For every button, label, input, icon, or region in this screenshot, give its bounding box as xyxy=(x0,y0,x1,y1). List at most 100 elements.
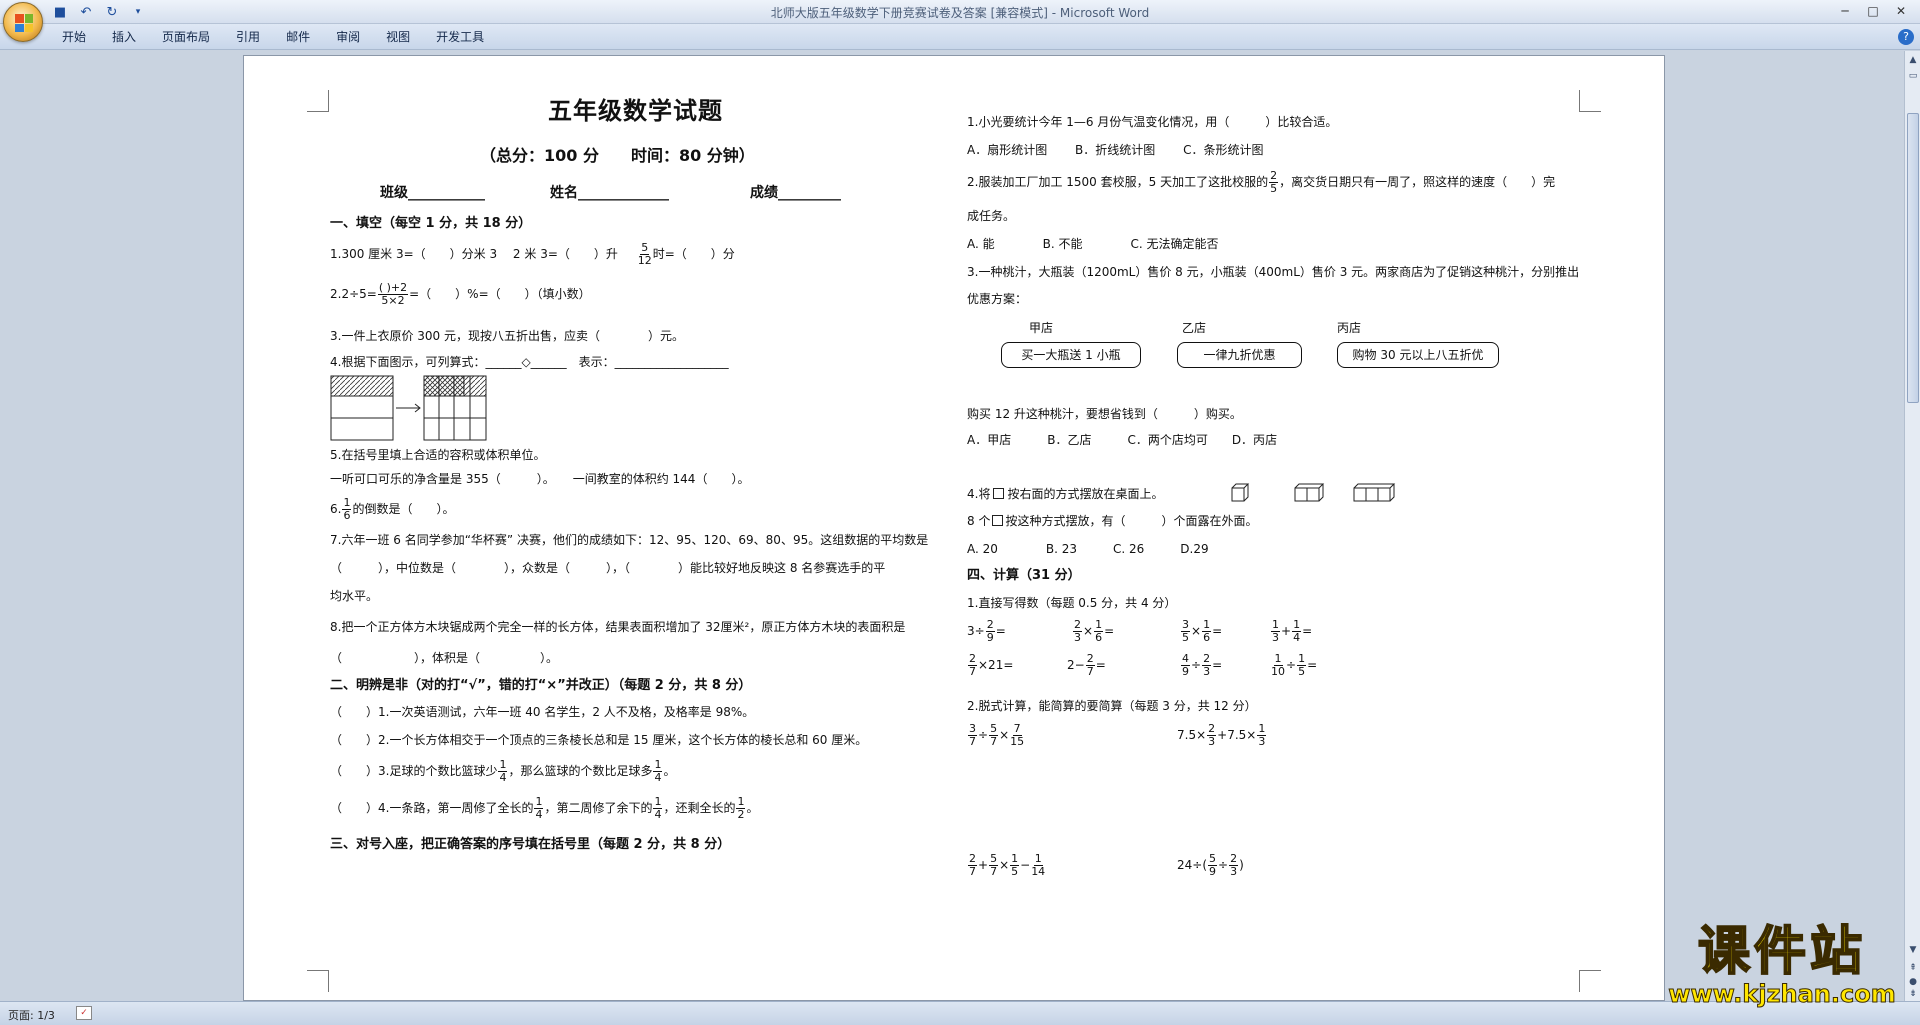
calc-1-heading: 1.直接写得数（每题 0.5 分，共 4 分） xyxy=(967,596,1177,610)
expr: 2− 2 7 = xyxy=(1067,652,1106,678)
tab-view[interactable]: 视图 xyxy=(374,29,424,45)
tab-references[interactable]: 引用 xyxy=(224,29,274,45)
choice-3-line2: 优惠方案： xyxy=(967,292,1028,306)
document-workspace: 五年级数学试题 （总分：100 分 时间：80 分钟） 班级__________… xyxy=(0,51,1904,1001)
choice-4-line2: 8 个按这种方式摆放，有（ ）个面露在外面。 xyxy=(967,514,1258,528)
tab-developer[interactable]: 开发工具 xyxy=(424,29,498,45)
ribbon-tabs-bar: 开始 插入 页面布局 引用 邮件 审阅 视图 开发工具 ? xyxy=(0,24,1920,50)
maximize-icon[interactable]: □ xyxy=(1860,2,1886,20)
shop-label: 乙店 xyxy=(1182,321,1207,335)
watermark-logo: 课件站 www.kjzhan.com xyxy=(1662,921,1902,1009)
fraction: 14 xyxy=(653,795,663,821)
section-4-heading: 四、计算（31 分） xyxy=(967,568,1081,583)
question-3: 3.一件上衣原价 300 元，现按八五折出售，应卖（ ）元。 xyxy=(330,329,684,343)
subtitle: （总分：100 分 时间：80 分钟） xyxy=(480,146,755,165)
question-6: 6. 1 6 的倒数是（ ）。 xyxy=(330,496,455,522)
help-icon[interactable]: ? xyxy=(1898,29,1914,45)
section-3-heading: 三、对号入座，把正确答案的序号填在括号里（每题 2 分，共 8 分） xyxy=(330,837,731,852)
choice-4-options: A. 20 B. 23 C. 26 D.29 xyxy=(967,542,1209,556)
tab-mailings[interactable]: 邮件 xyxy=(274,29,324,45)
question-2: 2.2÷5=( )+2 5×2 =（ ）%=（ ）（填小数） xyxy=(330,281,591,307)
expr: 2 3 × 1 6 = xyxy=(1073,618,1115,644)
expr: 1 10 ÷ 1 5 = xyxy=(1271,652,1318,678)
choice-1-options: A．扇形统计图 B．折线统计图 C．条形统计图 xyxy=(967,143,1264,157)
expr: 1 3 +1 4 = xyxy=(1271,618,1313,644)
class-field: 班级___________ xyxy=(380,185,485,201)
choice-3: 3.一种桃汁，大瓶装（1200mL）售价 8 元，小瓶装（400mL）售价 3 … xyxy=(967,265,1580,279)
section-2-heading: 二、明辨是非（对的打“√”，错的打“×”并改正）（每题 2 分，共 8 分） xyxy=(330,678,752,693)
shop-offer-box: 一律九折优惠 xyxy=(1177,342,1302,368)
section-1-heading: 一、填空（每空 1 分，共 18 分） xyxy=(330,216,532,231)
office-button[interactable] xyxy=(3,2,43,42)
tab-review[interactable]: 审阅 xyxy=(324,29,374,45)
shop-label: 丙店 xyxy=(1337,321,1362,335)
question-8-line2: （ ），体积是（ ）。 xyxy=(330,651,559,665)
vertical-scrollbar[interactable]: ▲ ▭ ▼ ⇞ ● ⇟ xyxy=(1904,51,1920,1001)
question-5: 5.在括号里填上合适的容积或体积单位。 xyxy=(330,448,546,462)
judge-3: （ ）3.足球的个数比篮球少 1 4 ，那么篮球的个数比足球多 1 4。 xyxy=(330,758,676,784)
choice-3-question: 购买 12 升这种桃汁，要想省钱到（ ）购买。 xyxy=(967,407,1242,421)
question-8: 8.把一个正方体方木块锯成两个完全一样的长方体，结果表面积增加了 32厘米²，原… xyxy=(330,620,906,634)
fraction-diagram xyxy=(330,375,487,441)
choice-2-options: A. 能 B. 不能 C. 无法确定能否 xyxy=(967,237,1219,251)
crop-mark xyxy=(307,970,329,992)
expr: 3 5 × 1 6 = xyxy=(1181,618,1223,644)
close-icon[interactable]: ✕ xyxy=(1888,2,1914,20)
expr: 3 7 ÷ 5 7 × 7 15 xyxy=(968,722,1025,748)
question-5-detail: 一听可口可乐的净含量是 355（ ）。 一间教室的体积约 144（ ）。 xyxy=(330,472,750,486)
previous-page-icon[interactable]: ⇞ xyxy=(1906,961,1920,975)
fraction: 25 xyxy=(1269,169,1279,195)
expr: 2 7 ×21= xyxy=(968,652,1014,678)
next-page-icon[interactable]: ⇟ xyxy=(1906,987,1920,1001)
window-controls: ─ □ ✕ xyxy=(1832,2,1914,20)
calc-2-heading: 2.脱式计算，能简算的要简算（每题 3 分，共 12 分） xyxy=(967,699,1257,713)
judge-1: （ ）1.一次英语测试，六年一班 40 名学生，2 人不及格，及格率是 98%。 xyxy=(330,705,755,719)
shop-offer-box: 购物 30 元以上八五折优 xyxy=(1337,342,1499,368)
name-field: 姓名_____________ xyxy=(550,185,669,201)
question-1: 1.300 厘米 3=（ ）分米 3 2 米 3=（ ）升 5 12 时=（ ）分 xyxy=(330,241,735,267)
scroll-up-icon[interactable]: ▲ xyxy=(1906,53,1920,67)
minimize-icon[interactable]: ─ xyxy=(1832,2,1858,20)
choice-1: 1.小光要统计今年 1—6 月份气温变化情况，用（ ）比较合适。 xyxy=(967,115,1338,129)
status-bar: 页面: 1/3 ✓ xyxy=(0,1001,1920,1025)
cube-icon xyxy=(992,515,1004,526)
choice-2: 2.服装加工厂加工 1500 套校服，5 天加工了这批校服的 2 5 ，离交货日期只有… xyxy=(967,169,1556,195)
fraction: 14 xyxy=(534,795,544,821)
choice-4: 4.将 按右面的方式摆放在桌面上。 xyxy=(967,487,1164,501)
scroll-thumb[interactable] xyxy=(1907,113,1919,403)
page-title: 五年级数学试题 xyxy=(548,96,723,125)
expr: 4 9 ÷ 2 3 = xyxy=(1181,652,1223,678)
office-logo-icon xyxy=(15,14,33,32)
question-7-line3: 均水平。 xyxy=(330,589,379,603)
expr: 2 7 +5 7 × 1 5−1 14 xyxy=(968,852,1046,878)
choice-3-options: A．甲店 B．乙店 C．两个店均可 D．丙店 xyxy=(967,433,1278,447)
score-field: 成绩_________ xyxy=(750,185,841,201)
cube-arrangement xyxy=(1231,483,1396,502)
fraction: 14 xyxy=(498,758,508,784)
spellcheck-icon[interactable]: ✓ xyxy=(76,1006,92,1020)
tab-insert[interactable]: 插入 xyxy=(100,29,150,45)
tab-page-layout[interactable]: 页面布局 xyxy=(150,29,224,45)
judge-2: （ ）2.一个长方体相交于一个顶点的三条棱长总和是 15 厘米，这个长方体的棱长… xyxy=(330,733,868,747)
scroll-down-icon[interactable]: ▼ xyxy=(1906,943,1920,957)
question-7: 7.六年一班 6 名同学参加“华杯赛” 决赛，他们的成绩如下：12、95、120… xyxy=(330,533,929,547)
tab-home[interactable]: 开始 xyxy=(50,29,100,45)
choice-2-line2: 成任务。 xyxy=(967,209,1016,223)
question-4: 4.根据下面图示，可列算式：______◇______ 表示：_________… xyxy=(330,355,729,369)
expr: 7.5× 2 3 +7.5× 1 3 xyxy=(1177,722,1267,748)
fraction: 12 xyxy=(736,795,746,821)
fraction: 5 12 xyxy=(637,241,652,267)
question-7-line2: （ ），中位数是（ ），众数是（ ），（ ）能比较好地反映这 8 名参赛选手的平 xyxy=(330,561,886,575)
ruler-toggle-icon[interactable]: ▭ xyxy=(1906,69,1920,83)
crop-mark xyxy=(307,90,329,112)
document-page[interactable]: 五年级数学试题 （总分：100 分 时间：80 分钟） 班级__________… xyxy=(243,55,1665,1001)
watermark-url: www.kjzhan.com xyxy=(1668,980,1896,1009)
fraction: ( )+2 5×2 xyxy=(377,281,409,307)
expr: 24÷(5 9 ÷ 2 3) xyxy=(1177,852,1244,878)
fraction: 14 xyxy=(653,758,663,784)
left-column: 五年级数学试题 （总分：100 分 时间：80 分钟） 班级__________… xyxy=(330,56,950,1001)
watermark-title: 课件站 xyxy=(1697,921,1866,982)
shop-label: 甲店 xyxy=(1029,321,1054,335)
window-title: 北师大版五年级数学下册竞赛试卷及答案 [兼容模式] - Microsoft Wo… xyxy=(770,6,1150,20)
page-indicator[interactable]: 页面: 1/3 xyxy=(8,1007,55,1023)
